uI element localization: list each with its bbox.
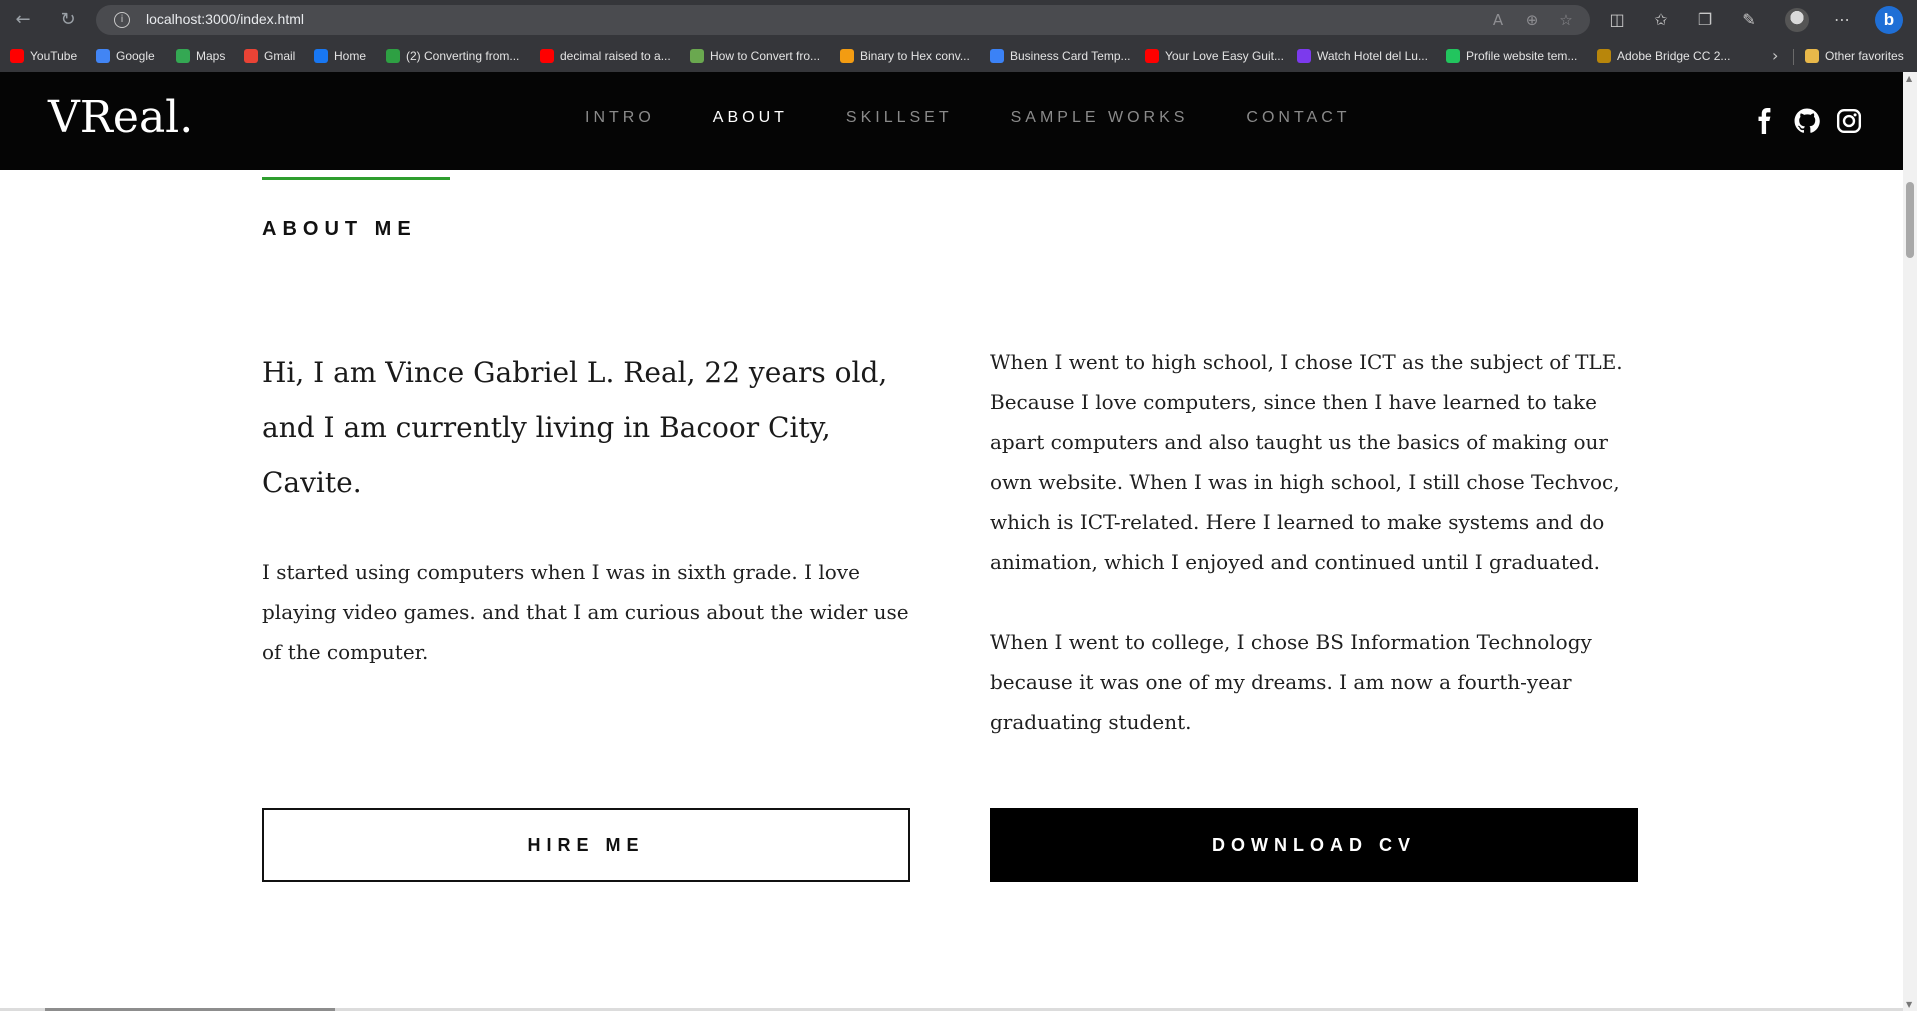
bookmark-favicon-icon bbox=[176, 49, 190, 63]
collections-icon[interactable]: ❐ bbox=[1693, 8, 1717, 32]
extensions-icon[interactable]: ✎ bbox=[1737, 8, 1761, 32]
bookmark-label: Google bbox=[116, 49, 155, 63]
bookmark-favicon-icon bbox=[1297, 49, 1311, 63]
bookmark-label: Binary to Hex conv... bbox=[860, 49, 970, 63]
other-favorites-label: Other favorites bbox=[1825, 49, 1904, 63]
nav-link-skillset[interactable]: SKILLSET bbox=[846, 109, 953, 127]
site-header: VReal. INTRO ABOUT SKILLSET SAMPLE WORKS CON… bbox=[0, 72, 1903, 170]
intro-heading: Hi, I am Vince Gabriel L. Real, 22 years… bbox=[262, 356, 888, 499]
bookmark-label: Home bbox=[334, 49, 367, 63]
favorite-star-icon[interactable]: ☆ bbox=[1556, 10, 1576, 30]
page-scrollbar[interactable]: ▲ ▼ bbox=[1903, 72, 1917, 1011]
scrollbar-thumb[interactable] bbox=[1906, 182, 1914, 258]
left-paragraph: I started using computers when I was in … bbox=[262, 560, 909, 664]
bookmarks-bar: YouTube Google Maps Gmail Home (2) Converting… bbox=[0, 40, 1917, 73]
college-paragraph: When I went to college, I chose BS Infor… bbox=[990, 630, 1592, 734]
bookmark-item[interactable]: (2) Converting from... bbox=[386, 47, 519, 65]
read-aloud-icon[interactable]: A bbox=[1488, 10, 1508, 30]
bookmark-favicon-icon bbox=[1597, 49, 1611, 63]
bookmark-favicon-icon bbox=[990, 49, 1004, 63]
bookmark-label: Watch Hotel del Lu... bbox=[1317, 49, 1428, 63]
bookmark-label: How to Convert fro... bbox=[710, 49, 821, 63]
address-bar[interactable]: i localhost:3000/index.html A ⊕ ☆ bbox=[96, 5, 1590, 35]
bookmark-label: Business Card Temp... bbox=[1010, 49, 1131, 63]
bookmark-label: Adobe Bridge CC 2... bbox=[1617, 49, 1731, 63]
bookmark-label: Profile website tem... bbox=[1466, 49, 1578, 63]
bookmark-item[interactable]: Profile website tem... bbox=[1446, 47, 1577, 65]
nav-link-contact[interactable]: CONTACT bbox=[1246, 109, 1350, 127]
bookmark-item[interactable]: decimal raised to a... bbox=[540, 47, 671, 65]
favorites-icon[interactable]: ✩ bbox=[1649, 8, 1673, 32]
hire-me-button[interactable]: HIRE ME bbox=[262, 808, 910, 882]
nav-link-sample-works[interactable]: SAMPLE WORKS bbox=[1011, 109, 1189, 127]
bookmarks-overflow-icon[interactable]: › bbox=[1772, 46, 1778, 65]
bookmark-favicon-icon bbox=[314, 49, 328, 63]
refresh-icon[interactable]: ↻ bbox=[57, 9, 79, 31]
bookmark-favicon-icon bbox=[690, 49, 704, 63]
bookmark-item[interactable]: Google bbox=[96, 47, 155, 65]
social-links bbox=[1752, 108, 1862, 134]
section-accent-line bbox=[262, 177, 450, 180]
more-menu-icon[interactable]: ⋯ bbox=[1830, 8, 1854, 32]
bookmark-item[interactable]: Adobe Bridge CC 2... bbox=[1597, 47, 1730, 65]
bookmark-favicon-icon bbox=[540, 49, 554, 63]
scroll-down-icon[interactable]: ▼ bbox=[1906, 1000, 1912, 1009]
github-icon[interactable] bbox=[1794, 108, 1820, 134]
bookmark-favicon-icon bbox=[96, 49, 110, 63]
download-cv-button[interactable]: DOWNLOAD CV bbox=[990, 808, 1638, 882]
bookmark-favicon-icon bbox=[1145, 49, 1159, 63]
bookmark-item[interactable]: Your Love Easy Guit... bbox=[1145, 47, 1284, 65]
bookmark-favicon-icon bbox=[244, 49, 258, 63]
nav-link-about[interactable]: ABOUT bbox=[713, 109, 788, 127]
bookmark-item[interactable]: Business Card Temp... bbox=[990, 47, 1131, 65]
browser-titlebar: ← ↻ i localhost:3000/index.html A ⊕ ☆ ◫ … bbox=[0, 0, 1917, 40]
nav-link-intro[interactable]: INTRO bbox=[585, 109, 655, 127]
zoom-icon[interactable]: ⊕ bbox=[1522, 10, 1542, 30]
bing-icon[interactable]: b bbox=[1875, 6, 1903, 34]
url-text[interactable]: localhost:3000/index.html bbox=[146, 11, 304, 27]
bookmarks-divider bbox=[1793, 49, 1794, 65]
bookmark-item[interactable]: Gmail bbox=[244, 47, 295, 65]
folder-icon bbox=[1805, 49, 1819, 63]
instagram-icon[interactable] bbox=[1836, 108, 1862, 134]
back-arrow-icon[interactable]: ← bbox=[12, 9, 34, 31]
bookmark-favicon-icon bbox=[1446, 49, 1460, 63]
site-logo[interactable]: VReal. bbox=[48, 92, 193, 143]
scroll-up-icon[interactable]: ▲ bbox=[1906, 74, 1912, 83]
profile-avatar[interactable] bbox=[1785, 8, 1809, 32]
bookmark-label: YouTube bbox=[30, 49, 78, 63]
bookmark-label: Your Love Easy Guit... bbox=[1165, 49, 1284, 63]
bookmark-favicon-icon bbox=[386, 49, 400, 63]
bookmark-item[interactable]: Watch Hotel del Lu... bbox=[1297, 47, 1428, 65]
split-screen-icon[interactable]: ◫ bbox=[1605, 8, 1629, 32]
bookmark-item[interactable]: How to Convert fro... bbox=[690, 47, 820, 65]
bookmark-favicon-icon bbox=[10, 49, 24, 63]
bookmark-item[interactable]: YouTube bbox=[10, 47, 77, 65]
other-favorites-folder[interactable]: Other favorites bbox=[1805, 47, 1904, 65]
bookmark-label: (2) Converting from... bbox=[406, 49, 520, 63]
bookmark-label: Maps bbox=[196, 49, 226, 63]
bookmark-item[interactable]: Maps bbox=[176, 47, 225, 65]
bookmark-favicon-icon bbox=[840, 49, 854, 63]
main-menu: INTRO ABOUT SKILLSET SAMPLE WORKS CONTACT bbox=[585, 109, 1409, 127]
facebook-icon[interactable] bbox=[1752, 108, 1778, 134]
bookmark-label: Gmail bbox=[264, 49, 296, 63]
section-title: ABOUT ME bbox=[262, 218, 417, 240]
bookmark-item[interactable]: Home bbox=[314, 47, 366, 65]
bookmark-label: decimal raised to a... bbox=[560, 49, 671, 63]
bookmark-item[interactable]: Binary to Hex conv... bbox=[840, 47, 970, 65]
site-info-icon[interactable]: i bbox=[114, 12, 130, 28]
high-school-paragraph: When I went to high school, I chose ICT … bbox=[990, 350, 1623, 574]
